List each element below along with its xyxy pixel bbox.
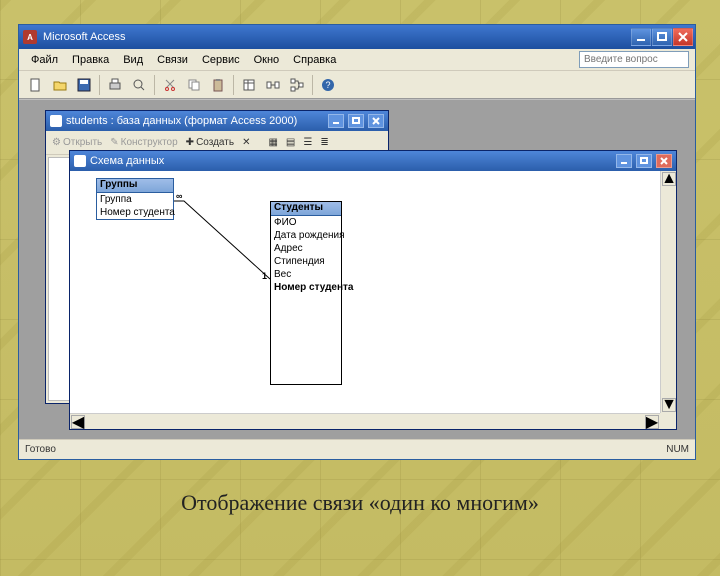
mdi-client-area: students : база данных (формат Access 20… [19,99,695,439]
table-students-header: Студенты [271,202,341,216]
toolbar: ? [19,71,695,99]
show-all-rel-icon[interactable] [288,76,306,94]
status-ready: Готово [25,444,56,455]
toolbar-divider [154,75,155,95]
toolbar-divider [312,75,313,95]
db-view-large-icon[interactable]: ▦ [266,136,279,149]
toolbar-divider [99,75,100,95]
db-create-label: Создать [196,137,234,148]
field-weight[interactable]: Вес [271,268,341,281]
help-icon[interactable]: ? [319,76,337,94]
menu-file[interactable]: Файл [25,52,64,68]
schema-scrollbar-vertical[interactable]: ▲ ▼ [660,171,676,413]
show-table-icon[interactable] [240,76,258,94]
scroll-up-icon[interactable]: ▲ [662,172,676,186]
field-fio[interactable]: ФИО [271,216,341,229]
schema-title: Схема данных [90,155,164,167]
schema-scrollbar-horizontal[interactable]: ◀ ▶ [70,413,660,429]
field-stipend[interactable]: Стипендия [271,255,341,268]
db-close-button[interactable] [368,114,384,128]
schema-close-button[interactable] [656,154,672,168]
db-open-button[interactable]: ⚙ Открыть [50,136,104,149]
db-create-button[interactable]: ✚ Создать [184,136,236,149]
db-open-label: Открыть [63,137,102,148]
db-view-details-icon[interactable]: ≣ [318,136,330,149]
table-students[interactable]: Студенты ФИО Дата рождения Адрес Стипенд… [270,201,342,385]
status-num-indicator: NUM [666,444,689,455]
database-icon [50,115,62,127]
menu-rel[interactable]: Связи [151,52,194,68]
titlebar: A Microsoft Access [19,25,695,49]
schema-canvas[interactable]: ∞ 1 Группы Группа Номер студента Студент… [70,171,676,429]
db-minimize-button[interactable] [328,114,344,128]
access-app-window: A Microsoft Access Файл Правка Вид Связи… [18,24,696,460]
menu-help[interactable]: Справка [287,52,342,68]
db-design-label: Конструктор [121,137,178,148]
db-delete-icon[interactable]: ✕ [240,136,252,149]
field-address[interactable]: Адрес [271,242,341,255]
close-button[interactable] [673,28,693,46]
copy-icon[interactable] [185,76,203,94]
window-controls [631,28,693,46]
relation-many-marker: ∞ [176,191,182,201]
slide-caption: Отображение связи «один ко многим» [0,490,720,516]
toolbar-divider [233,75,234,95]
scroll-right-icon[interactable]: ▶ [645,415,659,429]
paste-icon[interactable] [209,76,227,94]
relationships-window: Схема данных ∞ 1 Группы Группа Номер сту… [69,150,677,430]
maximize-button[interactable] [652,28,672,46]
schema-maximize-button[interactable] [636,154,652,168]
help-search-input[interactable] [579,51,689,68]
menu-edit[interactable]: Правка [66,52,115,68]
scroll-corner [660,413,676,429]
schema-minimize-button[interactable] [616,154,632,168]
menu-window[interactable]: Окно [248,52,286,68]
table-groups[interactable]: Группы Группа Номер студента [96,178,174,220]
new-icon[interactable] [27,76,45,94]
status-bar: Готово NUM [19,439,695,459]
db-maximize-button[interactable] [348,114,364,128]
open-icon[interactable] [51,76,69,94]
database-title: students : база данных (формат Access 20… [66,115,297,127]
db-view-list-icon[interactable]: ☰ [301,136,314,149]
cut-icon[interactable] [161,76,179,94]
field-student-no[interactable]: Номер студента [97,206,173,219]
scroll-left-icon[interactable]: ◀ [71,415,85,429]
print-icon[interactable] [106,76,124,94]
field-student-no-pk[interactable]: Номер студента [271,281,341,294]
minimize-button[interactable] [631,28,651,46]
preview-icon[interactable] [130,76,148,94]
field-birthdate[interactable]: Дата рождения [271,229,341,242]
save-icon[interactable] [75,76,93,94]
menubar: Файл Правка Вид Связи Сервис Окно Справк… [19,49,695,71]
show-direct-rel-icon[interactable] [264,76,282,94]
field-group[interactable]: Группа [97,193,173,206]
schema-titlebar: Схема данных [70,151,676,171]
access-app-icon: A [23,30,37,44]
app-title: Microsoft Access [43,31,126,43]
schema-icon [74,155,86,167]
svg-text:?: ? [325,80,330,90]
database-titlebar: students : база данных (формат Access 20… [46,111,388,131]
table-groups-header: Группы [97,179,173,193]
db-view-small-icon[interactable]: ▤ [284,136,297,149]
db-design-button[interactable]: ✎ Конструктор [108,136,179,149]
scroll-down-icon[interactable]: ▼ [662,398,676,412]
menu-tools[interactable]: Сервис [196,52,246,68]
relation-one-marker: 1 [262,271,267,281]
menu-view[interactable]: Вид [117,52,149,68]
